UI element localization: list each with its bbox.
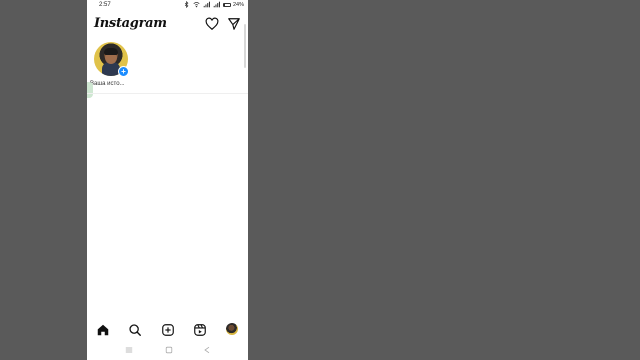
menu-icon[interactable]: [125, 346, 133, 354]
home-icon[interactable]: [96, 323, 110, 337]
plus-icon[interactable]: +: [118, 66, 129, 77]
stories-divider: [87, 93, 248, 94]
story-label: Ваша исто...: [90, 81, 125, 87]
phone-screen: 2:57 24% Instagram + Ваша исто...: [87, 0, 248, 360]
send-icon[interactable]: [227, 17, 241, 31]
back-icon[interactable]: [203, 346, 211, 354]
app-header: Instagram: [87, 11, 248, 37]
avatar-hair: [104, 48, 118, 55]
scroll-indicator: [244, 24, 246, 68]
bottom-nav: [87, 319, 248, 341]
search-icon[interactable]: [128, 323, 142, 337]
status-bar: 2:57 24%: [87, 0, 248, 11]
heart-icon[interactable]: [205, 17, 219, 31]
status-icons: 24%: [183, 1, 244, 8]
story-item-your-story[interactable]: + Ваша исто...: [90, 42, 134, 92]
system-nav: [87, 342, 248, 360]
home-square-icon[interactable]: [165, 346, 173, 354]
edge-panel-handle[interactable]: [87, 82, 93, 98]
status-time: 2:57: [99, 2, 111, 8]
bluetooth-icon: [184, 1, 189, 8]
reels-icon[interactable]: [193, 323, 207, 337]
battery: 24%: [222, 1, 244, 8]
signal-icon: [213, 1, 220, 8]
signal-icon: [203, 1, 210, 8]
profile-avatar[interactable]: [226, 323, 238, 335]
battery-percent: 24%: [232, 1, 244, 8]
create-icon[interactable]: [161, 323, 175, 337]
wifi-icon: [193, 2, 200, 8]
instagram-logo: Instagram: [94, 16, 167, 31]
battery-icon: [222, 2, 231, 7]
battery-fill: [223, 3, 226, 6]
